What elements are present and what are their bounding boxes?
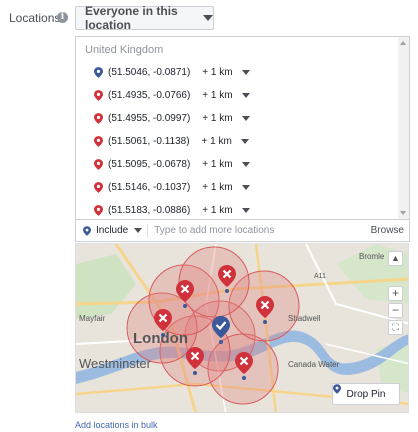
radius-dropdown[interactable]: + 1 km	[202, 67, 232, 78]
drop-pin-button[interactable]: Drop Pin	[332, 383, 400, 405]
audience-scope-dropdown[interactable]: Everyone in this location	[75, 4, 214, 32]
zoom-out-button[interactable]: −	[388, 303, 403, 318]
map-label-london: London	[133, 330, 188, 347]
location-pin-icon	[94, 158, 103, 170]
location-coordinates: (51.5183, -0.0886)	[108, 204, 191, 216]
location-pin-icon	[94, 66, 103, 78]
location-coordinates: (51.5046, -0.0871)	[108, 66, 191, 78]
scroll-up-arrow[interactable]	[400, 41, 406, 45]
drop-pin-label: Drop Pin	[346, 388, 386, 400]
location-coordinates: (51.5095, -0.0678)	[108, 158, 191, 170]
location-row[interactable]: (51.4935, -0.0766) + 1 km	[94, 85, 250, 105]
location-pin-icon	[94, 112, 103, 124]
radius-dropdown[interactable]: + 1 km	[202, 159, 232, 170]
location-pin-icon	[94, 89, 103, 101]
chevron-down-icon[interactable]	[241, 69, 250, 75]
radius-dropdown[interactable]: + 1 km	[202, 182, 232, 193]
map-view[interactable]: London Westminster Mayfair Shadwell Cana…	[75, 243, 409, 413]
location-row[interactable]: (51.5183, -0.0886) + 1 km	[94, 200, 250, 219]
location-pin-icon	[333, 384, 341, 394]
location-coordinates: (51.4935, -0.0766)	[108, 89, 191, 101]
location-coordinates: (51.5061, -0.1138)	[108, 135, 190, 147]
chevron-down-icon[interactable]	[241, 92, 250, 98]
radius-dropdown[interactable]: + 1 km	[202, 136, 232, 147]
scroll-down-arrow[interactable]	[400, 211, 406, 215]
map-label-westminster: Westminster	[79, 356, 152, 371]
location-row[interactable]: (51.5095, -0.0678) + 1 km	[94, 154, 250, 174]
location-pin-icon	[94, 181, 103, 193]
location-pin-icon	[83, 225, 91, 236]
chevron-down-icon[interactable]	[241, 207, 250, 213]
selected-locations-list[interactable]: United Kingdom (51.5046, -0.0871) + 1 km(…	[75, 36, 410, 220]
divider	[147, 223, 149, 238]
map-label-a11: A11	[314, 273, 326, 280]
browse-link[interactable]: Browse	[371, 225, 404, 236]
fullscreen-icon[interactable]: ⛶	[388, 320, 403, 335]
map-label-canada-water: Canada Water	[288, 360, 340, 369]
audience-scope-label: Everyone in this location	[85, 4, 178, 32]
location-pin-icon	[94, 135, 103, 147]
location-row[interactable]: (51.5046, -0.0871) + 1 km	[94, 62, 250, 82]
location-row[interactable]: (51.5146, -0.1037) + 1 km	[94, 177, 250, 197]
chevron-down-icon[interactable]	[240, 138, 249, 144]
zoom-in-button[interactable]: +	[388, 286, 403, 301]
location-coordinates: (51.5146, -0.1037)	[108, 181, 191, 193]
add-locations-bulk-link[interactable]: Add locations in bulk	[75, 420, 158, 430]
chevron-down-icon[interactable]	[241, 161, 250, 167]
map-label-shadwell: Shadwell	[288, 314, 321, 323]
chevron-down-icon[interactable]	[241, 184, 250, 190]
info-icon[interactable]: i	[57, 12, 68, 23]
location-row[interactable]: (51.5061, -0.1138) + 1 km	[94, 131, 249, 151]
radius-dropdown[interactable]: + 1 km	[202, 205, 232, 216]
chevron-down-icon	[203, 15, 213, 21]
add-location-input[interactable]	[154, 225, 360, 236]
locations-label: Locations	[9, 11, 61, 25]
include-dropdown-label[interactable]: Include	[96, 225, 128, 236]
scrollbar[interactable]	[398, 37, 409, 219]
radius-dropdown[interactable]: + 1 km	[202, 113, 232, 124]
map-scroll-up-icon[interactable]: ▲	[388, 251, 403, 266]
location-coordinates: (51.4955, -0.0997)	[108, 112, 191, 124]
radius-dropdown[interactable]: + 1 km	[202, 90, 232, 101]
map-label-mayfair: Mayfair	[79, 314, 106, 323]
chevron-down-icon[interactable]	[134, 228, 143, 233]
chevron-down-icon[interactable]	[241, 115, 250, 121]
map-label-bromley: Bromle	[359, 252, 385, 261]
include-bar: Include Browse	[75, 220, 410, 242]
country-heading: United Kingdom	[85, 44, 164, 56]
location-row[interactable]: (51.4955, -0.0997) + 1 km	[94, 108, 250, 128]
location-pin-icon	[94, 204, 103, 216]
